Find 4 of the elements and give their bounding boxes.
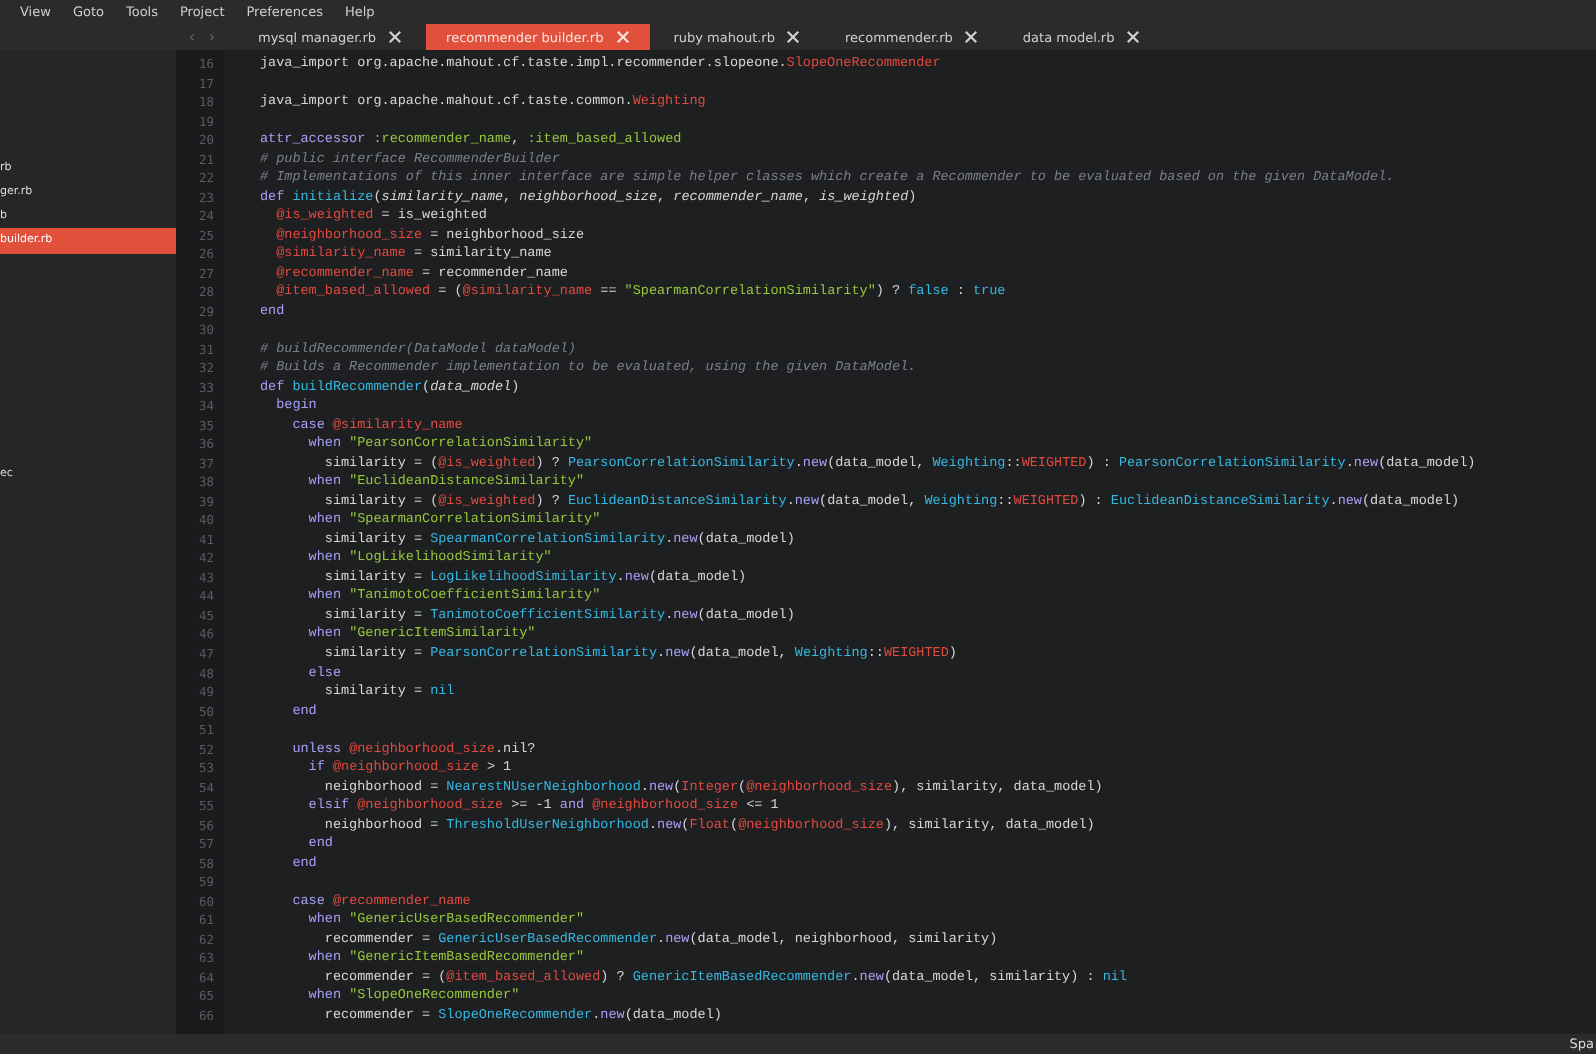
close-icon[interactable] bbox=[388, 30, 403, 44]
close-icon[interactable] bbox=[964, 30, 979, 44]
close-icon[interactable] bbox=[786, 30, 801, 44]
close-icon[interactable] bbox=[1126, 30, 1141, 44]
